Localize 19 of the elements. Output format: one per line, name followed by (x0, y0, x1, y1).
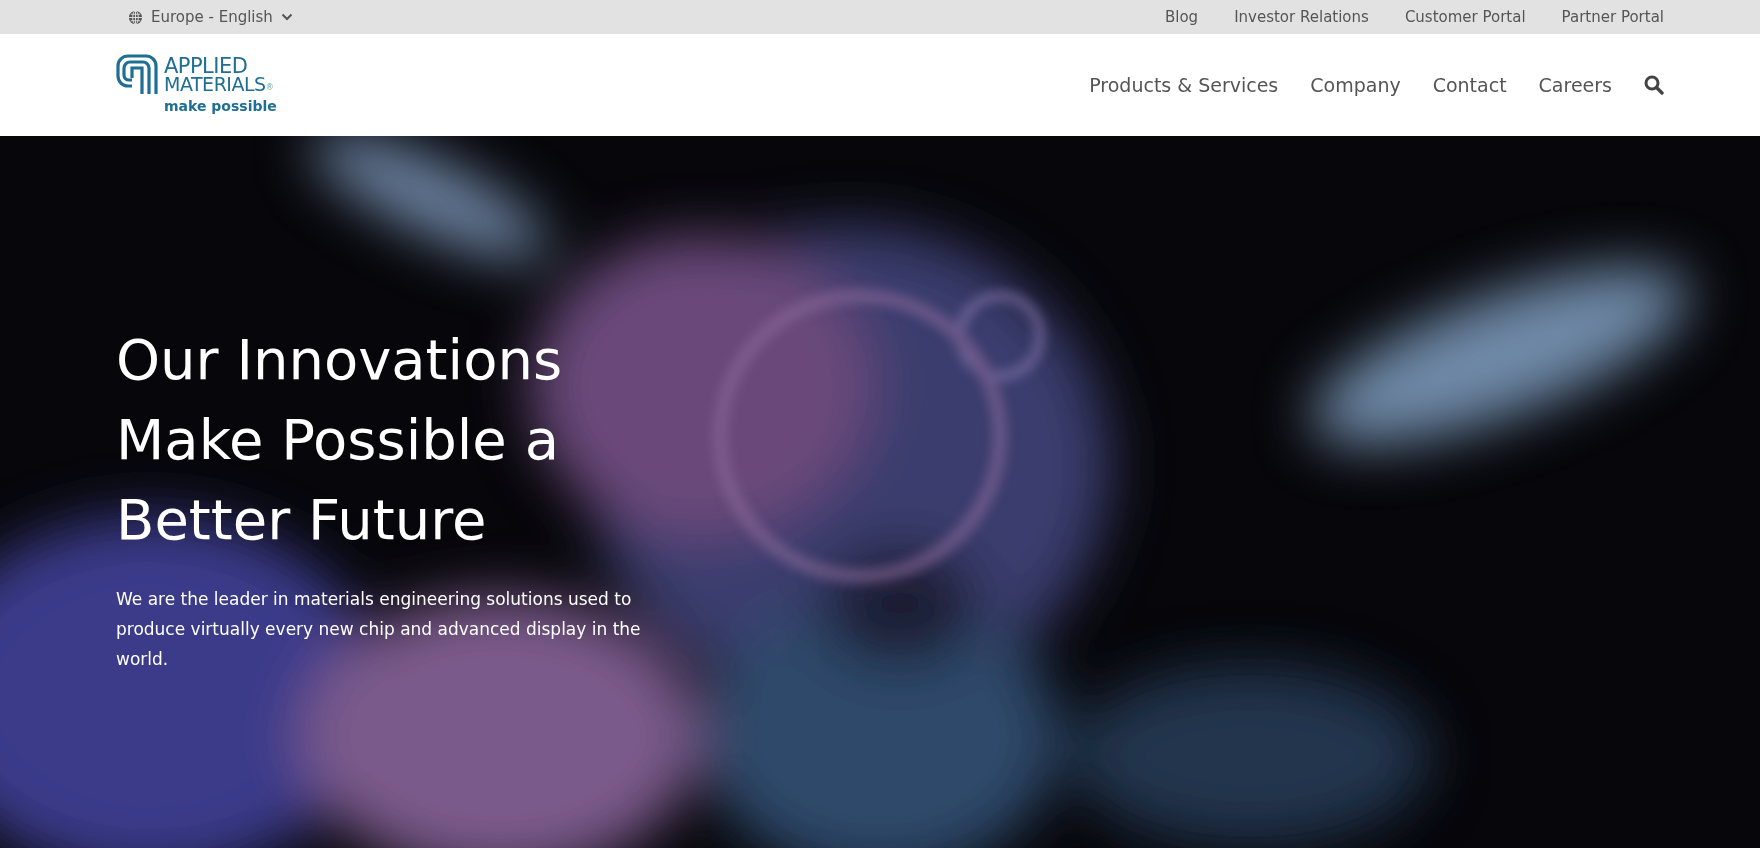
globe-icon (128, 9, 143, 25)
utility-link[interactable]: Customer Portal (1404, 5, 1526, 29)
logo-icon (116, 53, 158, 96)
logo-wordmark: APPLIED (164, 56, 248, 75)
nav-link[interactable]: Contact (1432, 70, 1507, 100)
logo-tagline: make possible (164, 96, 277, 116)
chevron-down-icon (280, 13, 293, 21)
search-icon[interactable] (1644, 75, 1664, 95)
hero-text: We are the leader in materials engineering solutions used to produce virtually every new chip and advanced display in the world. (116, 588, 642, 671)
region-selector[interactable]: Europe - English (128, 5, 293, 29)
hero-title: Our Innovations Make Possible a Better Future (116, 326, 564, 554)
registered-mark: ® (265, 82, 274, 93)
utility-link[interactable]: Partner Portal (1561, 5, 1664, 29)
nav-link[interactable]: Products & Services (1089, 70, 1279, 100)
logo-wordmark: MATERIALS (164, 74, 266, 93)
utility-link[interactable]: Blog (1164, 5, 1199, 29)
nav-link[interactable]: Company (1310, 70, 1401, 100)
nav-link[interactable]: Careers (1538, 70, 1612, 100)
utility-link[interactable]: Investor Relations (1234, 5, 1369, 29)
